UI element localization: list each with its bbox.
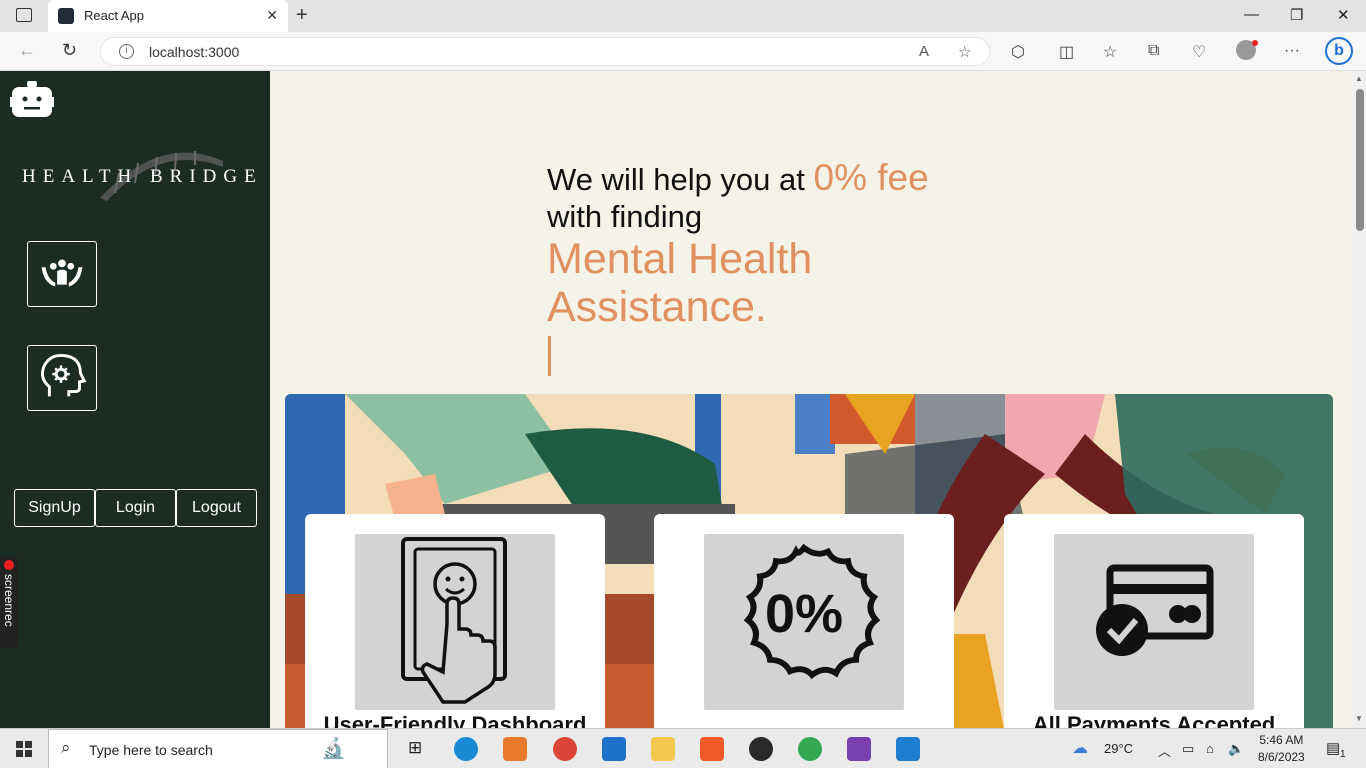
back-icon[interactable]: ← — [18, 40, 36, 61]
mental-health-nav-button[interactable] — [27, 345, 97, 411]
headline-line1: We will help you at 0% fee — [547, 157, 929, 199]
task-view-icon[interactable]: ⊞ — [408, 738, 422, 758]
headline-highlight: Mental Health Assistance. — [547, 235, 813, 331]
feature-card: All Payments Accepted — [1004, 514, 1304, 728]
typing-cursor — [548, 336, 551, 376]
feature-card: 0% — [654, 514, 954, 728]
address-toolbar: ← ↻ i localhost:3000 A ☆ — [0, 32, 1366, 71]
volume-icon[interactable]: 🔈 — [1228, 741, 1244, 757]
search-placeholder: Type here to search — [89, 742, 213, 758]
network-icon[interactable]: ⌂ — [1206, 741, 1214, 756]
taskbar-clock[interactable]: 5:46 AM 8/6/2023 — [1258, 732, 1305, 766]
feature-image — [355, 534, 555, 710]
zero-percent-badge-icon: 0% — [743, 543, 881, 680]
scrollbar-thumb[interactable] — [1356, 89, 1364, 231]
brave-icon[interactable] — [700, 737, 724, 761]
taskbar-search[interactable]: ⌕ Type here to search 🔬 — [48, 729, 388, 768]
screenrec-widget[interactable]: screenrec — [0, 556, 18, 648]
extensions-icon[interactable]: ⬡ — [1011, 42, 1025, 62]
card-payment-check-icon — [1096, 564, 1214, 656]
headline-text: We will help you at — [547, 162, 814, 197]
hero-illustration: User-Friendly Dashboard 0% All Payments … — [285, 394, 1333, 728]
record-dot-icon — [4, 560, 14, 570]
page-scrollbar[interactable]: ▲ ▼ — [1353, 71, 1366, 728]
weather-temp[interactable]: 29°C — [1104, 741, 1133, 756]
show-hidden-icons[interactable]: ︿ — [1158, 741, 1171, 760]
robot-icon[interactable] — [10, 81, 54, 119]
windows-taskbar: ⌕ Type here to search 🔬 ⊞ ☁ 29°C ︿ ▭ ⌂ 🔈… — [0, 728, 1366, 768]
meet-now-icon[interactable]: ▭ — [1182, 741, 1194, 757]
new-tab-icon[interactable]: + — [296, 4, 308, 27]
community-nav-button[interactable] — [27, 241, 97, 307]
favorites-icon[interactable]: ☆ — [1103, 42, 1117, 62]
store-icon[interactable] — [503, 737, 527, 761]
bing-copilot-icon[interactable]: b — [1325, 37, 1353, 65]
headline-accent: 0% fee — [813, 157, 929, 198]
windows-start-icon[interactable] — [16, 741, 32, 757]
url-text[interactable]: localhost:3000 — [149, 44, 239, 60]
refresh-icon[interactable]: ↻ — [62, 40, 77, 61]
feature-image — [1054, 534, 1254, 710]
community-hands-icon — [41, 259, 83, 287]
feature-card: User-Friendly Dashboard — [305, 514, 605, 728]
feature-caption: All Payments Accepted — [1032, 712, 1276, 728]
headline-line2: with finding — [547, 199, 703, 234]
close-tab-icon[interactable]: ✕ — [266, 7, 278, 24]
site-info-icon[interactable]: i — [119, 44, 134, 59]
feature-caption: User-Friendly Dashboard — [323, 712, 587, 728]
favorite-star-icon[interactable]: ☆ — [958, 43, 971, 61]
collections-icon[interactable]: ⧉ — [1148, 42, 1159, 60]
logout-button[interactable]: Logout — [176, 489, 257, 527]
scroll-down-icon[interactable]: ▼ — [1355, 714, 1363, 723]
feature-image: 0% — [704, 534, 904, 710]
brand-name: HEALTH BRIDGE — [22, 166, 263, 187]
sidebar: HEALTH BRIDGE SignUp Login Logout — [0, 71, 270, 728]
login-button[interactable]: Login — [95, 489, 176, 527]
weather-cloud-icon[interactable]: ☁ — [1072, 738, 1088, 758]
screenrec-label: screenrec — [2, 574, 16, 627]
chrome-profile-icon[interactable] — [553, 737, 577, 761]
clipchamp-icon[interactable] — [847, 737, 871, 761]
main-content: We will help you at 0% fee with finding … — [270, 71, 1353, 728]
react-favicon-icon — [58, 8, 74, 24]
mail-icon[interactable] — [602, 737, 626, 761]
read-aloud-icon[interactable]: A — [919, 43, 929, 60]
chrome-alt-icon[interactable] — [798, 737, 822, 761]
chrome-icon[interactable] — [749, 737, 773, 761]
restore-icon[interactable]: ❐ — [1290, 6, 1303, 24]
split-screen-icon[interactable]: ◫ — [1059, 42, 1074, 62]
vscode-icon[interactable] — [896, 737, 920, 761]
address-bar[interactable]: i localhost:3000 A ☆ — [100, 37, 990, 66]
browser-tab-bar: React App ✕ + — ❐ ✕ — [0, 0, 1366, 32]
clock-date: 8/6/2023 — [1258, 750, 1305, 764]
tab-title: React App — [84, 8, 144, 23]
window-close-icon[interactable]: ✕ — [1337, 6, 1350, 24]
profile-notification-dot — [1252, 40, 1258, 46]
browser-tab[interactable]: React App ✕ — [48, 0, 288, 32]
touch-screen-smiley-icon — [401, 537, 507, 704]
file-explorer-icon[interactable] — [651, 737, 675, 761]
notification-count: 1 — [1340, 749, 1346, 760]
tab-actions-icon[interactable] — [16, 8, 32, 22]
signup-button[interactable]: SignUp — [14, 489, 95, 527]
clock-time: 5:46 AM — [1259, 733, 1304, 747]
minimize-icon[interactable]: — — [1244, 6, 1259, 23]
head-gear-icon — [41, 354, 87, 397]
edge-icon[interactable] — [454, 737, 478, 761]
performance-icon[interactable]: ♡ — [1192, 42, 1206, 62]
zero-percent-text: 0% — [765, 584, 843, 644]
scroll-up-icon[interactable]: ▲ — [1355, 74, 1363, 83]
search-icon: ⌕ — [61, 738, 71, 757]
notifications-icon[interactable]: ▤ — [1326, 739, 1340, 757]
more-menu-icon[interactable]: ··· — [1284, 42, 1300, 60]
science-illustration-icon: 🔬 — [321, 738, 346, 760]
